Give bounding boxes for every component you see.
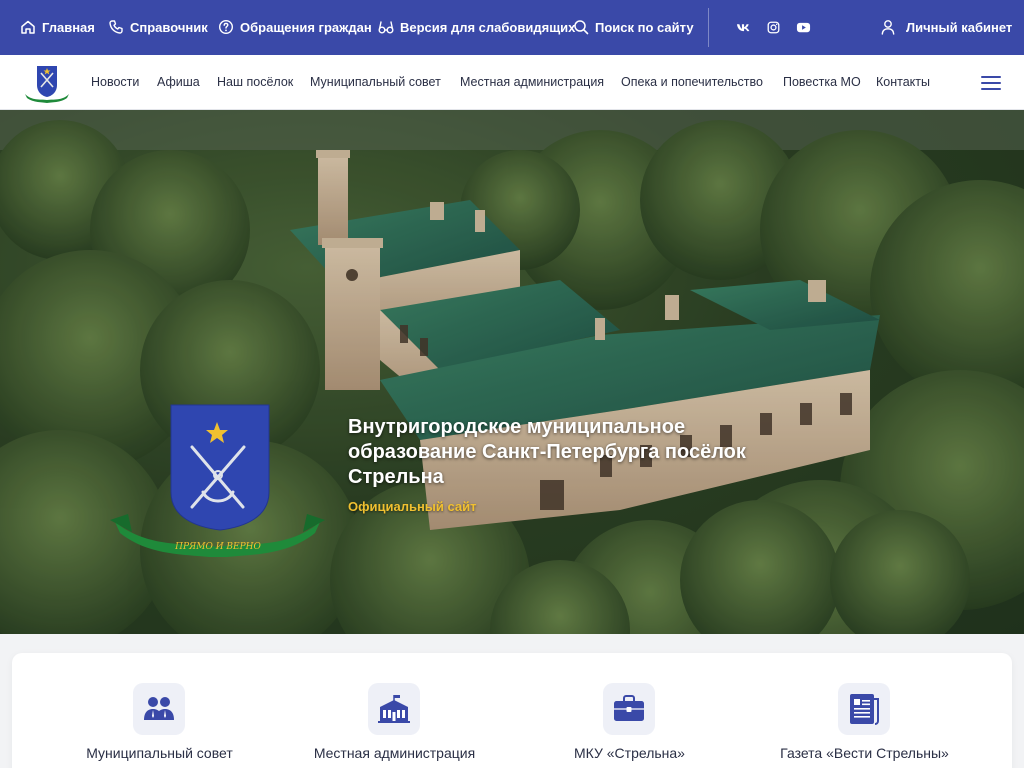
briefcase-icon — [603, 683, 655, 735]
search-icon — [574, 20, 589, 35]
help-circle-icon — [218, 19, 234, 35]
directory-link[interactable]: Справочник — [108, 19, 208, 35]
vk-icon[interactable] — [735, 19, 751, 35]
nav-item-events[interactable]: Афиша — [157, 75, 200, 89]
directory-label: Справочник — [130, 19, 208, 35]
instagram-icon[interactable] — [765, 19, 781, 35]
card-label: МКУ «Стрельна» — [574, 745, 685, 761]
youtube-icon[interactable] — [795, 19, 811, 35]
people-icon — [133, 683, 185, 735]
account-label: Личный кабинет — [906, 19, 1013, 35]
menu-icon[interactable] — [981, 76, 1001, 90]
hero-title: Внутригородское муниципальное образовани… — [348, 416, 746, 488]
nav-item-contacts[interactable]: Контакты — [876, 75, 930, 89]
hero-subtitle: Официальный сайт — [348, 499, 477, 514]
coat-of-arms-emblem: ПРЯМО И ВЕРНО — [110, 404, 325, 557]
newspaper-icon — [838, 683, 890, 735]
card-label: Муниципальный совет — [86, 745, 233, 761]
building-icon — [368, 683, 420, 735]
card-mku-strelna[interactable]: МКУ «Стрельна» — [512, 653, 747, 768]
appeals-link[interactable]: Обращения граждан — [218, 19, 372, 35]
glasses-icon — [378, 21, 394, 34]
top-bar: Главная Справочник Обращения граждан Вер… — [0, 0, 1024, 55]
user-icon — [881, 20, 895, 35]
nav-item-news[interactable]: Новости — [91, 75, 139, 89]
nav-item-guardianship[interactable]: Опека и попечительство — [621, 75, 763, 89]
nav-item-agenda[interactable]: Повестка МО — [783, 75, 861, 89]
topbar-divider — [708, 8, 709, 47]
emblem-motto: ПРЯМО И ВЕРНО — [174, 542, 261, 552]
quick-links-panel: Муниципальный совет Местная администраци… — [12, 653, 1012, 768]
site-logo[interactable] — [22, 63, 72, 103]
appeals-label: Обращения граждан — [240, 19, 372, 35]
phone-icon — [109, 20, 123, 34]
card-newspaper[interactable]: Газета «Вести Стрельны» — [747, 653, 982, 768]
home-link[interactable]: Главная — [20, 19, 95, 35]
nav-item-municipal-council[interactable]: Муниципальный совет — [310, 75, 441, 89]
card-local-administration[interactable]: Местная администрация — [277, 653, 512, 768]
coat-of-arms-icon — [25, 66, 69, 103]
home-label: Главная — [42, 19, 95, 35]
card-label: Газета «Вести Стрельны» — [780, 745, 949, 761]
nav-item-local-administration[interactable]: Местная администрация — [460, 75, 604, 89]
search-label: Поиск по сайту — [595, 19, 694, 35]
main-nav: Новости Афиша Наш посёлок Муниципальный … — [0, 55, 1024, 110]
nav-item-our-village[interactable]: Наш посёлок — [217, 75, 293, 89]
search-link[interactable]: Поиск по сайту — [573, 19, 694, 35]
account-link[interactable]: Личный кабинет — [880, 19, 1012, 35]
accessibility-link[interactable]: Версия для слабовидящих — [378, 19, 575, 35]
card-municipal-council[interactable]: Муниципальный совет — [42, 653, 277, 768]
home-icon — [21, 20, 35, 34]
accessibility-label: Версия для слабовидящих — [400, 19, 576, 35]
hero-banner: ПРЯМО И ВЕРНО Внутригородское муниципаль… — [0, 110, 1024, 634]
card-label: Местная администрация — [313, 745, 476, 761]
